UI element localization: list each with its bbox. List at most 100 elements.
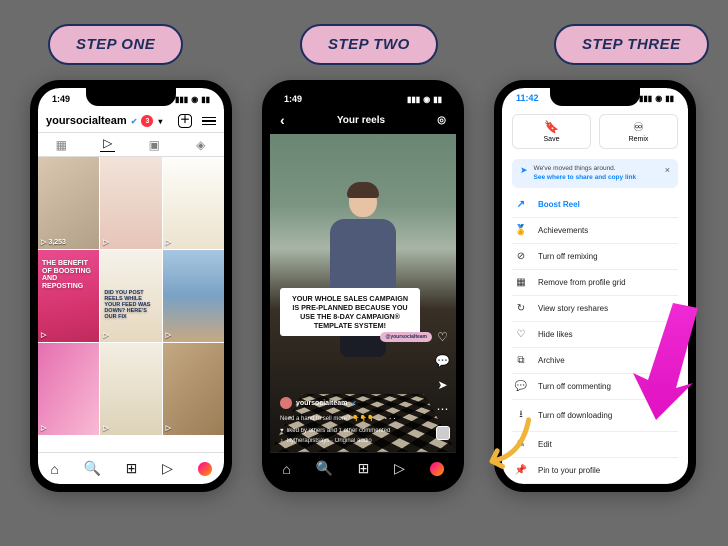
hide-icon: ♡ (514, 329, 528, 340)
grid-cell[interactable]: DID YOU POST REELS WHILE YOUR FEED WAS D… (100, 250, 161, 342)
battery-icon: ▮▮ (201, 95, 210, 104)
boost-icon: ↗ (514, 199, 528, 210)
grid-cell[interactable]: ▷ (100, 157, 161, 249)
grid-cell[interactable]: ▷ (38, 343, 99, 435)
play-count: ▷ (103, 424, 108, 432)
reels-tab-icon[interactable]: ▷ (100, 137, 115, 152)
pink-arrow-annotation (628, 298, 708, 428)
grid-cell[interactable]: ▷ (163, 157, 224, 249)
comment-off-icon: 💬 (514, 381, 528, 392)
home-icon[interactable]: ⌂ (50, 461, 58, 477)
more-icon: ⋯ (437, 402, 449, 416)
option-boost-reel[interactable]: ↗Boost Reel (512, 192, 678, 218)
reels-icon[interactable]: ▷ (162, 460, 173, 477)
reel-meta: yoursocialteam ✔ Need a hand to sell mor… (280, 397, 420, 444)
signal-icon: ▮▮▮ (407, 95, 420, 104)
comment-button[interactable]: 💬 (435, 354, 450, 368)
save-button[interactable]: 🔖 Save (512, 114, 591, 149)
user-avatar (280, 397, 292, 409)
history-icon: ↻ (514, 303, 528, 314)
create-icon[interactable]: ⊞ (126, 460, 138, 477)
play-count: ▷ (166, 238, 171, 246)
grid-cell[interactable]: THE BENEFIT OF BOOSTING AND REPOSTING ▷ (38, 250, 99, 342)
heart-icon: ♥ (280, 428, 284, 434)
grid-cell[interactable]: ▷ (163, 343, 224, 435)
battery-icon: ▮▮ (433, 95, 442, 104)
remix-off-icon: ⊘ (514, 251, 528, 262)
profile-avatar[interactable] (198, 462, 212, 476)
search-icon[interactable]: 🔍 (84, 460, 101, 477)
profile-tabs: ▦ ▷ ▣ ◈ (38, 132, 224, 157)
home-icon[interactable]: ⌂ (282, 461, 290, 477)
status-icons: ▮▮▮ ◉ ▮▮ (407, 95, 442, 104)
more-button[interactable]: ⋯ (437, 402, 449, 416)
tip-link[interactable]: See where to share and copy link (534, 174, 637, 181)
play-count: ▷ 3,253 (41, 238, 66, 246)
verified-badge-icon: ✔ (351, 400, 356, 407)
battery-icon: ▮▮ (665, 94, 674, 103)
phone-notch (550, 88, 640, 106)
close-icon[interactable]: × (665, 165, 670, 175)
reel-video[interactable]: YOUR WHOLE SALES CAMPAIGN IS PRE-PLANNED… (270, 134, 456, 452)
reel-header-title: Your reels (337, 115, 385, 126)
comment-icon: 💬 (435, 354, 450, 368)
play-count: ▷ (41, 331, 46, 339)
status-time: 1:49 (52, 94, 70, 104)
profile-avatar[interactable] (430, 462, 444, 476)
camera-icon[interactable]: ◎ (437, 115, 446, 126)
play-count: ▷ (166, 331, 171, 339)
grid-cell[interactable]: ▷ (100, 343, 161, 435)
reel-audio[interactable]: ♪ lilytherapistsays · Original audio (280, 438, 420, 444)
phone-notch (318, 88, 408, 106)
reel-header: ‹ Your reels ◎ (270, 110, 456, 134)
share-button[interactable]: ➤ (437, 378, 447, 392)
status-time: 11:42 (516, 93, 539, 103)
profile-username[interactable]: yoursocialteam (46, 115, 127, 127)
notification-badge: 3 (141, 115, 153, 127)
option-remove-from-grid[interactable]: ▦Remove from profile grid (512, 270, 678, 296)
play-count: ▷ (41, 424, 46, 432)
create-icon[interactable]: ⊞ (358, 460, 370, 477)
bottom-nav: ⌂ 🔍 ⊞ ▷ (38, 452, 224, 484)
create-button[interactable]: ＋ (178, 114, 192, 128)
reels-icon[interactable]: ▷ (394, 460, 405, 477)
verified-badge-icon: ✔ (131, 117, 138, 126)
guides-tab-icon[interactable]: ▣ (147, 137, 162, 152)
tagged-tab-icon[interactable]: ◈ (193, 137, 208, 152)
reel-description: Need a hand to sell more? 👇👇👇 ... ··· (280, 413, 420, 424)
menu-icon[interactable] (202, 117, 216, 126)
share-icon: ➤ (437, 378, 447, 392)
audio-thumbnail[interactable] (436, 426, 450, 440)
chevron-down-icon[interactable]: ▾ (158, 117, 162, 126)
grid-cell[interactable]: ▷ 3,253 (38, 157, 99, 249)
back-icon[interactable]: ‹ (280, 112, 285, 128)
save-remix-row: 🔖 Save ♾ Remix (502, 108, 688, 155)
signal-icon: ▮▮▮ (639, 94, 652, 103)
search-icon[interactable]: 🔍 (316, 460, 333, 477)
like-button[interactable]: ♡ (437, 330, 448, 344)
reel-user[interactable]: yoursocialteam ✔ (280, 397, 420, 409)
wifi-icon: ◉ (423, 95, 430, 104)
remix-icon: ♾ (633, 120, 644, 134)
cell-caption: DID YOU POST REELS WHILE YOUR FEED WAS D… (104, 290, 157, 320)
more-options-button[interactable]: ··· (384, 413, 397, 424)
archive-icon: ⧉ (514, 355, 528, 366)
music-icon: ♪ (280, 438, 283, 444)
wifi-icon: ◉ (191, 95, 198, 104)
reels-grid: ▷ 3,253 ▷ ▷ THE BENEFIT OF BOOSTING AND … (38, 157, 224, 452)
heart-icon: ♡ (437, 330, 448, 344)
grid-tab-icon[interactable]: ▦ (54, 137, 69, 152)
status-icons: ▮▮▮ ◉ ▮▮ (175, 95, 210, 104)
play-count: ▷ (103, 331, 108, 339)
screen-reel: 1:49 ▮▮▮ ◉ ▮▮ ‹ Your reels ◎ YOUR WHOLE … (270, 88, 456, 484)
signal-icon: ▮▮▮ (175, 95, 188, 104)
reel-liked: ♥ liked by others and 1 other commented (280, 428, 420, 434)
grid-cell[interactable]: ▷ (163, 250, 224, 342)
remix-button[interactable]: ♾ Remix (599, 114, 678, 149)
reel-action-rail: ♡ 💬 ➤ ⋯ (435, 330, 450, 440)
trophy-icon: 🏅 (514, 225, 528, 236)
yellow-arrow-annotation (467, 399, 543, 475)
option-achievements[interactable]: 🏅Achievements (512, 218, 678, 244)
option-turn-off-remixing[interactable]: ⊘Turn off remixing (512, 244, 678, 270)
step-two-label: STEP TWO (300, 24, 438, 65)
